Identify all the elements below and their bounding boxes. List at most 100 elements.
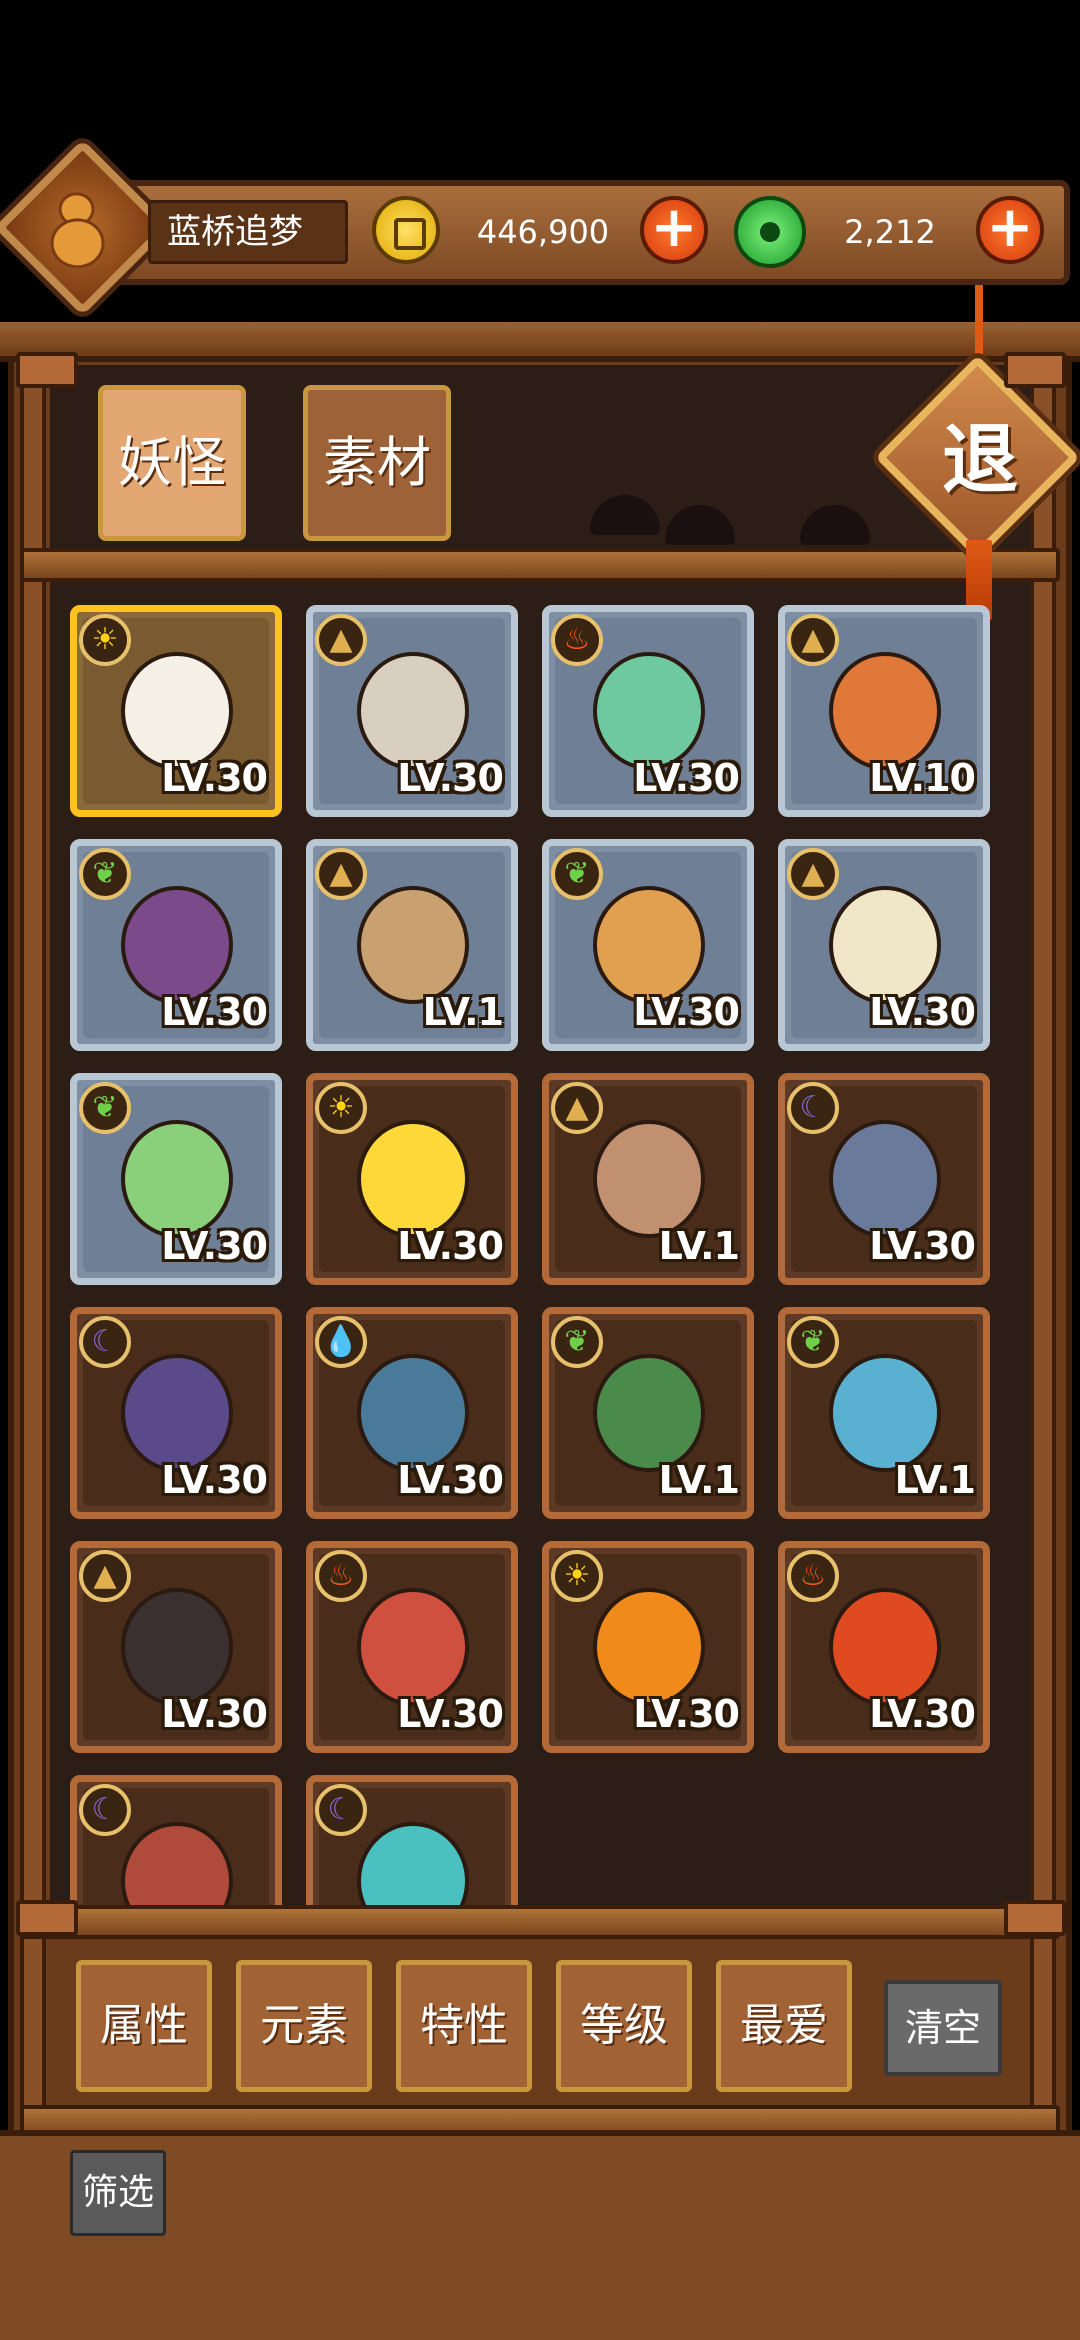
monster-level: LV.30 [869,1224,976,1268]
tab-materials[interactable]: 素材 [303,385,451,541]
monster-level: LV.30 [633,990,740,1034]
monster-level: LV.30 [161,1692,268,1736]
monster-card[interactable]: ☀ LV.30 [306,1073,518,1285]
sun-icon: ☀ [315,1082,367,1134]
monster-level: LV.30 [397,1224,504,1268]
monster-level: LV.30 [633,756,740,800]
shelf-bar-lower [20,1905,1060,1939]
monster-level: LV.30 [161,990,268,1034]
monster-card[interactable]: 💧 LV.30 [306,1307,518,1519]
monster-card[interactable]: ▲ LV.1 [306,839,518,1051]
monster-grid: ☀ LV.30 ▲ LV.30 ♨ LV.30 ▲ LV.10 ❦ LV.30 ▲ LV.1 ❦ LV.3… [70,605,1010,1905]
earth-icon: ▲ [551,1082,603,1134]
monster-card[interactable]: ▲ LV.30 [306,605,518,817]
monster-card[interactable]: ❦ LV.30 [70,839,282,1051]
monster-card[interactable]: ♨ LV.30 [306,1541,518,1753]
gourd-icon [50,192,105,269]
fire-icon: ♨ [551,614,603,666]
monster-card[interactable]: ❦ LV.30 [70,1073,282,1285]
monster-card[interactable]: ▲ LV.1 [542,1073,754,1285]
corner-cap [16,1900,78,1936]
monster-portrait [357,1120,469,1238]
shelf-bar-upper [20,548,1060,582]
monster-card[interactable]: ☀ LV.30 [542,1541,754,1753]
monster-card[interactable]: ♨ LV.30 [542,605,754,817]
tab-monsters[interactable]: 妖怪 [98,385,246,541]
monster-card[interactable]: ▲ LV.10 [778,605,990,817]
monster-portrait [829,886,941,1004]
moon-icon: ☾ [79,1784,131,1836]
monster-portrait [121,652,233,770]
monster-level: LV.10 [869,756,976,800]
monster-portrait [357,886,469,1004]
monster-portrait [593,886,705,1004]
monster-level: LV.30 [397,1692,504,1736]
monster-portrait [593,1588,705,1706]
monster-level: LV.1 [658,1458,740,1502]
monster-card[interactable]: ☾ LV.30 [778,1073,990,1285]
leaf-icon: ❦ [79,848,131,900]
fire-icon: ♨ [787,1550,839,1602]
monster-card[interactable]: ❦ LV.30 [542,839,754,1051]
monster-portrait [593,1354,705,1472]
monster-card[interactable]: ☾ [306,1775,518,1905]
monster-card[interactable]: ▲ LV.30 [70,1541,282,1753]
player-avatar[interactable] [0,132,178,323]
monster-portrait [829,1354,941,1472]
exit-label[interactable]: 退 [925,405,1035,515]
monster-level: LV.30 [397,1458,504,1502]
player-name: 蓝桥追梦 [148,200,348,264]
clear-filters-button[interactable]: 清空 [884,1980,1002,2076]
monster-card[interactable]: ❦ LV.1 [778,1307,990,1519]
gold-amount: 446,900 [476,213,610,251]
monster-level: LV.30 [633,1692,740,1736]
monster-level: LV.30 [161,756,268,800]
monster-portrait [593,652,705,770]
monster-portrait [829,652,941,770]
earth-icon: ▲ [315,614,367,666]
monster-portrait [357,1354,469,1472]
sun-icon: ☀ [551,1550,603,1602]
monster-portrait [121,886,233,1004]
monster-level: LV.30 [161,1458,268,1502]
cabinet-top-beam [0,322,1080,362]
earth-icon: ▲ [79,1550,131,1602]
monster-level: LV.30 [869,1692,976,1736]
filter-favorite-button[interactable]: 最爱 [716,1960,852,2092]
cabinet-right-post [1030,360,1056,2140]
monster-level: LV.1 [422,990,504,1034]
monster-card[interactable]: ☾ [70,1775,282,1905]
monster-card[interactable]: ❦ LV.1 [542,1307,754,1519]
sun-icon: ☀ [79,614,131,666]
leaf-icon: ❦ [551,1316,603,1368]
leaf-icon: ❦ [79,1082,131,1134]
monster-card[interactable]: ♨ LV.30 [778,1541,990,1753]
corner-cap [1004,1900,1066,1936]
filter-panel-label: 筛选 [70,2150,166,2236]
earth-icon: ▲ [787,614,839,666]
corner-cap [16,352,78,388]
moon-icon: ☾ [79,1316,131,1368]
filter-element-button[interactable]: 元素 [236,1960,372,2092]
add-jade-button[interactable]: + [976,196,1044,264]
monster-level: LV.30 [161,1224,268,1268]
monster-portrait [357,1588,469,1706]
monster-portrait [829,1588,941,1706]
monster-card[interactable]: ▲ LV.30 [778,839,990,1051]
jade-icon [734,196,806,268]
earth-icon: ▲ [787,848,839,900]
add-gold-button[interactable]: + [640,196,708,264]
monster-card[interactable]: ☀ LV.30 [70,605,282,817]
filter-level-button[interactable]: 等级 [556,1960,692,2092]
corner-cap [1004,352,1066,388]
monster-card[interactable]: ☾ LV.30 [70,1307,282,1519]
monster-level: LV.1 [658,1224,740,1268]
exit-tassel-cord [975,285,983,365]
filter-trait-button[interactable]: 特性 [396,1960,532,2092]
monster-portrait [121,1354,233,1472]
monster-portrait [357,652,469,770]
filter-attribute-button[interactable]: 属性 [76,1960,212,2092]
moon-icon: ☾ [315,1784,367,1836]
monster-portrait [121,1120,233,1238]
leaf-icon: ❦ [787,1316,839,1368]
